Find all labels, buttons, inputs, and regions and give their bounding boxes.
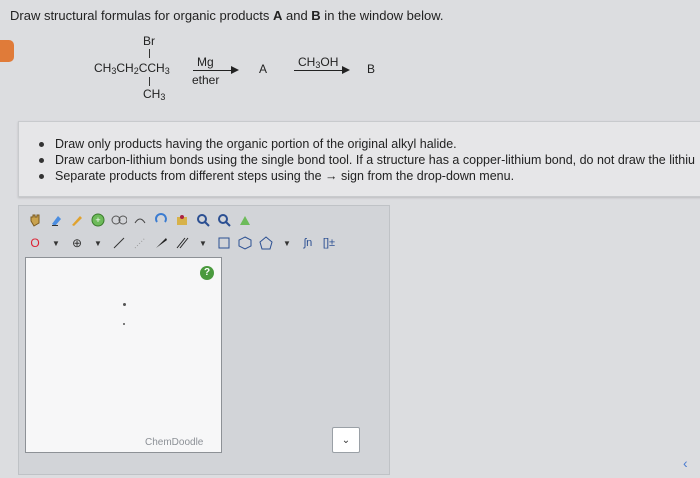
product-a-label: A — [259, 62, 268, 76]
canvas-dot — [123, 323, 125, 325]
zoom-in-icon[interactable] — [195, 212, 211, 228]
hand-icon[interactable] — [27, 212, 43, 228]
arrow-dropdown[interactable]: ⌄ — [332, 427, 360, 453]
toolbar-row-1: + — [27, 210, 253, 230]
svg-text:+: + — [95, 215, 100, 225]
bond-top — [149, 49, 150, 58]
plus-charge-icon[interactable]: ⊕ — [69, 235, 85, 251]
flask-icon[interactable] — [111, 212, 127, 228]
eraser-icon[interactable] — [48, 212, 64, 228]
instruction-item: Separate products from different steps u… — [33, 168, 700, 184]
template-icon[interactable] — [237, 212, 253, 228]
single-bond-icon[interactable] — [111, 235, 127, 251]
reagent-ether: ether — [192, 73, 220, 87]
instruction-item: Draw carbon-lithium bonds using the sing… — [33, 152, 700, 168]
rotate-icon[interactable] — [153, 212, 169, 228]
side-tab[interactable] — [0, 40, 14, 62]
chevron-down-icon[interactable]: ▼ — [90, 235, 106, 251]
bond-bottom — [149, 77, 150, 86]
reagent-methanol: CH3OH — [298, 55, 339, 70]
arrow-2-head — [342, 66, 350, 74]
bromine-label: Br — [143, 34, 155, 48]
question-text: Draw structural formulas for organic pro… — [10, 8, 444, 23]
chevron-down-icon[interactable]: ▼ — [279, 235, 295, 251]
chevron-down-icon[interactable]: ▼ — [48, 235, 64, 251]
arrow-1 — [193, 70, 233, 71]
pencil-icon[interactable] — [69, 212, 85, 228]
ring-icon[interactable] — [216, 235, 232, 251]
double-bond-icon[interactable] — [174, 235, 190, 251]
help-icon[interactable]: ? — [200, 266, 214, 280]
toolbar-row-2: O ▼ ⊕ ▼ ▼ ▼ ʃn []± — [27, 233, 337, 253]
zoom-out-icon[interactable] — [216, 212, 232, 228]
pentagon-icon[interactable] — [258, 235, 274, 251]
methyl-bottom: CH3 — [143, 87, 166, 102]
wedge-bond-icon[interactable] — [153, 235, 169, 251]
hexagon-icon[interactable] — [237, 235, 253, 251]
substrate-formula: CH3CH2CCH3 — [94, 61, 170, 76]
nav-icon[interactable]: ‹ — [683, 455, 700, 477]
clean-icon[interactable] — [174, 212, 190, 228]
arrow-2 — [294, 70, 343, 71]
cut-icon[interactable] — [132, 212, 148, 228]
instruction-item: Draw only products having the organic po… — [33, 136, 700, 152]
reagent-mg: Mg — [197, 55, 214, 69]
chemdoodle-brand: ChemDoodle — [145, 437, 204, 448]
instructions-box: Draw only products having the organic po… — [18, 121, 700, 197]
arrow-1-head — [231, 66, 239, 74]
chevron-down-icon: ⌄ — [341, 434, 351, 446]
hashed-bond-icon[interactable] — [132, 235, 148, 251]
canvas-dot — [123, 303, 126, 306]
bracket-icon[interactable]: []± — [321, 235, 337, 251]
chevron-down-icon[interactable]: ▼ — [195, 235, 211, 251]
atom-label-button[interactable]: O — [27, 235, 43, 251]
drawing-canvas[interactable] — [25, 257, 222, 453]
sn-icon[interactable]: ʃn — [300, 235, 316, 251]
copy-icon[interactable]: + — [90, 212, 106, 228]
product-b-label: B — [367, 62, 376, 76]
